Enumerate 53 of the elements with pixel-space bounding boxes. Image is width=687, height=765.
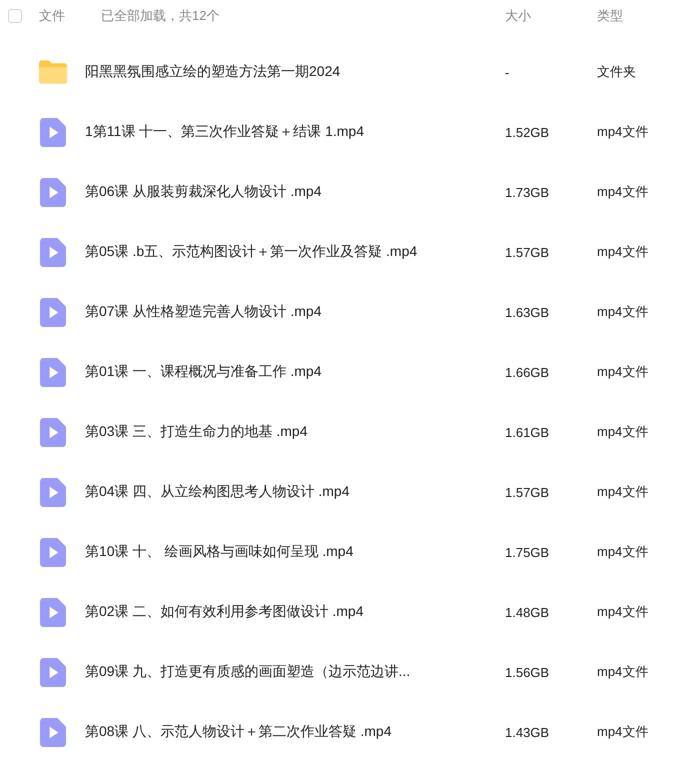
select-all-checkbox[interactable] [8,9,22,23]
file-size: 1.75GB [505,544,550,560]
file-type: mp4文件 [597,723,648,741]
file-size: 1.61GB [505,424,550,440]
file-size: 1.52GB [505,124,550,140]
file-name[interactable]: 第07课 从性格塑造完善人物设计 .mp4 [85,303,505,321]
play-file-icon [40,236,66,268]
file-type: mp4文件 [597,603,648,621]
file-name[interactable]: 第05课 .b五、示范构图设计＋第一次作业及答疑 .mp4 [85,243,505,261]
file-name[interactable]: 阳黑黑氛围感立绘的塑造方法第一期2024 [85,63,505,81]
file-size: 1.57GB [505,484,550,500]
file-type: mp4文件 [597,663,648,681]
file-name[interactable]: 第03课 三、打造生命力的地基 .mp4 [85,423,505,441]
file-type: mp4文件 [597,303,648,321]
file-size: 1.43GB [505,724,550,740]
file-name[interactable]: 1第11课 十一、第三次作业答疑＋结课 1.mp4 [85,123,505,141]
file-size: 1.66GB [505,364,550,380]
play-file-icon [40,656,66,688]
file-type: mp4文件 [597,483,648,501]
file-type: mp4文件 [597,363,648,381]
file-name[interactable]: 第06课 从服装剪裁深化人物设计 .mp4 [85,183,505,201]
file-size: 1.63GB [505,304,550,320]
play-file-icon [40,296,66,328]
file-size: 1.73GB [505,184,550,200]
column-header: 大小 [505,7,532,25]
play-file-icon [40,716,66,748]
play-file-icon [40,536,66,568]
play-file-icon [40,176,66,208]
load-status: 已全部加载，共12个 [101,7,220,25]
column-header: 文件 [39,7,66,25]
file-size: - [505,64,510,80]
file-name[interactable]: 第01课 一、课程概况与准备工作 .mp4 [85,363,505,381]
play-file-icon [40,476,66,508]
file-size: 1.56GB [505,664,550,680]
file-name[interactable]: 第04课 四、从立绘构图思考人物设计 .mp4 [85,483,505,501]
file-type: mp4文件 [597,543,648,561]
file-name[interactable]: 第10课 十、 绘画风格与画味如何呈现 .mp4 [85,543,505,561]
folder-icon [38,58,68,86]
play-file-icon [40,116,66,148]
file-name[interactable]: 第09课 九、打造更有质感的画面塑造（边示范边讲... [85,663,505,681]
file-name[interactable]: 第02课 二、如何有效利用参考图做设计 .mp4 [85,603,505,621]
play-file-icon [40,416,66,448]
file-type: mp4文件 [597,183,648,201]
file-type: mp4文件 [597,243,648,261]
file-type: 文件夹 [597,63,636,81]
file-size: 1.57GB [505,244,550,260]
file-type: mp4文件 [597,123,648,141]
play-file-icon [40,356,66,388]
file-type: mp4文件 [597,423,648,441]
column-header: 类型 [597,7,623,25]
play-file-icon [40,596,66,628]
file-name[interactable]: 第08课 八、示范人物设计＋第二次作业答疑 .mp4 [85,723,505,741]
file-size: 1.48GB [505,604,550,620]
